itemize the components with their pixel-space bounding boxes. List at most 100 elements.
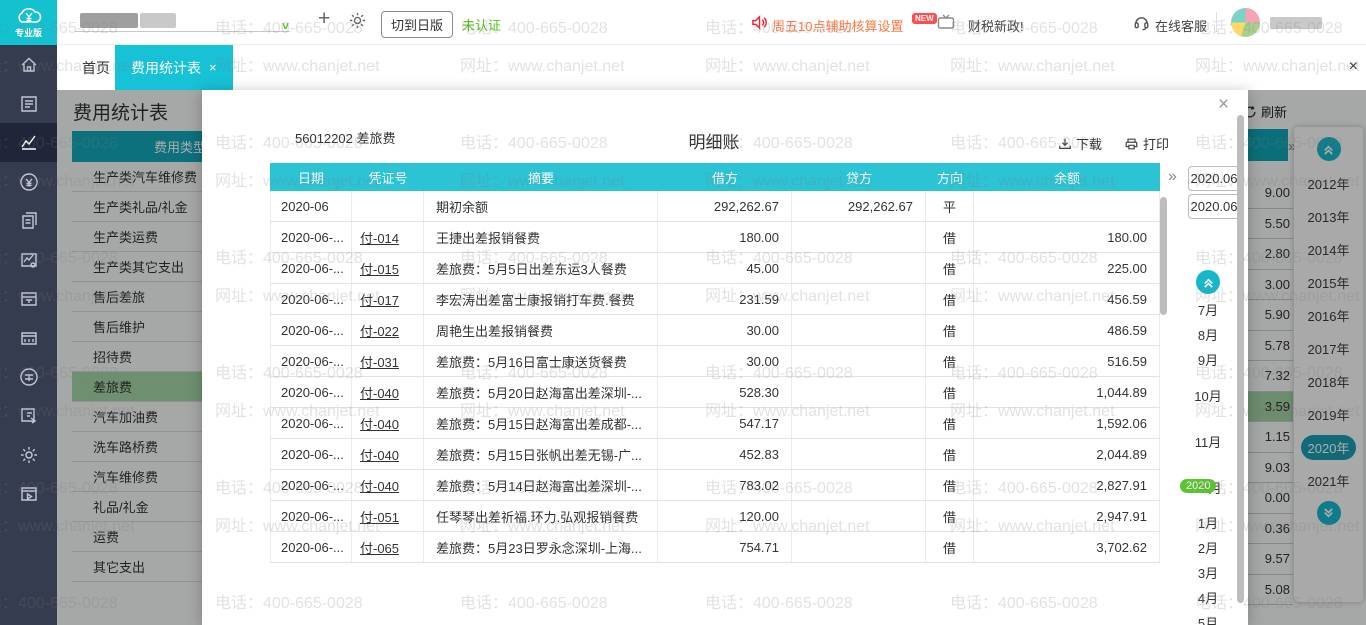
table-cell: 2020-06-...	[270, 470, 352, 500]
cell-value: 借	[942, 447, 956, 463]
voucher-link[interactable]: 付-031	[360, 352, 399, 371]
download-button[interactable]: 下载	[1058, 134, 1102, 153]
cell-value: 225.00	[1107, 260, 1147, 276]
date-to-input[interactable]	[1188, 194, 1240, 219]
table-cell: 486.59	[974, 315, 1160, 345]
voucher-link[interactable]: 付-040	[360, 414, 399, 433]
sidebar-item-report-chart[interactable]	[0, 123, 57, 162]
modal-title: 明细账	[688, 133, 740, 152]
sidebar-item-fixed-assets[interactable]	[0, 318, 57, 357]
news-link[interactable]: 财税新政!	[968, 16, 1024, 35]
voucher-link[interactable]: 付-017	[360, 290, 399, 309]
tabbar-close-icon[interactable]: ×	[1349, 58, 1358, 76]
table-cell	[792, 501, 926, 531]
sidebar-item-salary[interactable]	[0, 279, 57, 318]
month-item[interactable]: 2月	[1194, 536, 1222, 561]
tab-expense-report[interactable]: 费用统计表 ×	[115, 45, 233, 90]
sidebar-item-home[interactable]	[0, 45, 57, 84]
cell-value: 2020-06-...	[281, 291, 344, 307]
cell-value: 2,044.89	[1096, 446, 1147, 462]
tax-icon	[19, 367, 38, 386]
voucher-link[interactable]: 付-040	[360, 476, 399, 495]
table-cell: 付-051	[352, 501, 424, 531]
online-support-link[interactable]: 在线客服	[1155, 16, 1207, 35]
cell-value: 528.30	[739, 384, 779, 400]
sidebar-item-tutorial-video[interactable]	[0, 474, 57, 513]
month-item[interactable]: 7月	[1194, 298, 1222, 323]
sidebar-item-voucher[interactable]	[0, 84, 57, 123]
column-header: 方向	[936, 170, 963, 186]
table-cell: 差旅费：5月14日赵海富出差深圳-...	[424, 470, 658, 500]
voucher-icon	[20, 95, 37, 112]
sidebar-item-tax[interactable]	[0, 357, 57, 396]
table-scrollbar[interactable]	[1160, 197, 1167, 315]
home-icon	[21, 57, 36, 72]
company-name-redacted	[80, 13, 138, 28]
month-item[interactable]: 1月	[1194, 511, 1222, 536]
table-cell: 付-031	[352, 346, 424, 376]
tab-close-icon[interactable]: ×	[209, 60, 217, 75]
sidebar-item-settings[interactable]	[0, 435, 57, 474]
add-icon[interactable]: +	[318, 8, 330, 29]
table-cell: 差旅费：5月5日出差东运3人餐费	[424, 253, 658, 283]
print-button[interactable]: 打印	[1124, 134, 1169, 153]
table-cell: 231.59	[658, 284, 792, 314]
date-from-input[interactable]	[1188, 166, 1240, 191]
month-item[interactable]: 5月	[1194, 611, 1222, 625]
company-dropdown-chevron-icon[interactable]: ˅	[282, 16, 289, 36]
month-item[interactable]: 9月	[1194, 348, 1222, 373]
month-item[interactable]: 3月	[1194, 561, 1222, 586]
cell-value: 平	[942, 199, 956, 215]
statement-icon	[20, 252, 37, 268]
voucher-link[interactable]: 付-051	[360, 507, 399, 526]
voucher-link[interactable]: 付-040	[360, 383, 399, 402]
voucher-link[interactable]: 付-014	[360, 228, 399, 247]
detail-ledger-modal: × 56012202 差旅费 明细账 下载 打印 日期 凭证号 摘要 借方 贷方 方向 余额…	[202, 90, 1248, 625]
voucher-link[interactable]: 付-022	[360, 321, 399, 340]
cell-value: 754.71	[739, 539, 779, 555]
table-cell: 2020-06-...	[270, 253, 352, 283]
month-scroll-up-icon[interactable]	[1196, 270, 1220, 294]
collapse-panel-icon[interactable]: »	[1168, 168, 1177, 186]
modal-close-icon[interactable]: ×	[1218, 94, 1229, 116]
voucher-link[interactable]: 付-065	[360, 538, 399, 557]
carryover-icon	[20, 407, 36, 424]
table-row: 2020-06-... 付-040 差旅费：5月20日赵海富出差深圳-... 528.…	[270, 377, 1160, 408]
cloud-yuan-icon	[17, 7, 41, 23]
cert-status[interactable]: 未认证	[462, 15, 501, 34]
announcement-text[interactable]: 周五10点辅助核算设置	[772, 16, 903, 35]
table-cell: 任琴琴出差祈福.环力.弘观报销餐费	[424, 501, 658, 531]
voucher-link[interactable]: 付-015	[360, 259, 399, 278]
cell-value: 差旅费：5月14日赵海富出差深圳-...	[436, 478, 642, 494]
settings-gear-icon[interactable]	[348, 11, 367, 34]
column-header: 借方	[711, 170, 738, 186]
table-cell: 借	[926, 346, 974, 376]
table-cell: 借	[926, 501, 974, 531]
ledger-table: 日期 凭证号 摘要 借方 贷方 方向 余额 2020-06 期初余额 292,262.67 292,…	[270, 163, 1160, 563]
brand-logo[interactable]: 专业版	[0, 0, 57, 45]
sidebar-item-fund[interactable]	[0, 162, 57, 201]
table-cell: 差旅费：5月23日罗永念深圳-上海...	[424, 532, 658, 562]
print-icon	[1125, 138, 1138, 149]
table-row: 2020-06-... 付-040 差旅费：5月14日赵海富出差深圳-... 783.…	[270, 470, 1160, 501]
month-item[interactable]: 4月	[1194, 586, 1222, 611]
new-badge: NEW	[912, 13, 937, 24]
cell-value: 30.00	[746, 322, 779, 338]
voucher-link[interactable]: 付-040	[360, 445, 399, 464]
sidebar-item-invoice[interactable]	[0, 201, 57, 240]
table-cell: 差旅费：5月20日赵海富出差深圳-...	[424, 377, 658, 407]
table-header-row: 日期 凭证号 摘要 借方 贷方 方向 余额	[270, 163, 1160, 191]
sidebar-item-statement[interactable]	[0, 240, 57, 279]
user-avatar[interactable]	[1231, 8, 1260, 37]
month-item[interactable]: 11月	[1194, 419, 1222, 465]
month-item[interactable]: 10月	[1194, 373, 1222, 419]
cell-value: 借	[942, 323, 956, 339]
month-item[interactable]: 8月	[1194, 323, 1222, 348]
switch-old-version-button[interactable]: 切到日版	[381, 11, 454, 38]
cell-value: 差旅费：5月5日出差东运3人餐费	[436, 261, 627, 277]
table-cell: 2020-06-...	[270, 346, 352, 376]
table-cell: 452.83	[658, 439, 792, 469]
sidebar-item-carryover[interactable]	[0, 396, 57, 435]
table-cell: 1,044.89	[974, 377, 1160, 407]
company-select-underline	[75, 31, 290, 32]
